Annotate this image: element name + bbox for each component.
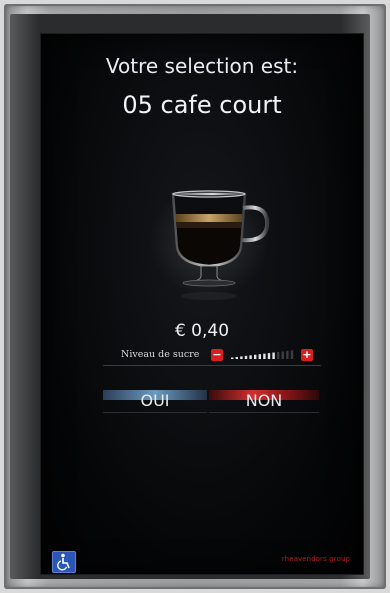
sugar-meter-bar	[290, 350, 294, 359]
yes-button-label: OUI	[140, 391, 170, 410]
sugar-increase-button[interactable]: +	[301, 349, 313, 361]
sugar-meter-bar	[272, 352, 275, 359]
espresso-cup-image	[149, 184, 281, 304]
sugar-meter-bar	[267, 353, 271, 359]
yes-button[interactable]: OUI	[103, 390, 207, 413]
sugar-meter-bar	[240, 356, 243, 359]
sugar-level-label: Niveau de sucre	[121, 349, 200, 360]
sugar-level-meter	[231, 350, 294, 359]
sugar-meter-bar	[258, 354, 261, 359]
wheelchair-icon[interactable]	[52, 551, 76, 573]
product-name: 05 cafe court	[122, 91, 282, 119]
brand-logo-text: rheavendors group	[282, 554, 351, 563]
sugar-meter-bar	[254, 354, 257, 359]
touch-screen: Votre selection est: 05 cafe court € 0,4…	[41, 34, 363, 574]
sugar-meter-bar	[263, 353, 266, 359]
sugar-meter-bar	[249, 355, 252, 359]
sugar-meter-bar	[286, 350, 289, 359]
sugar-meter-bar	[281, 351, 284, 359]
accessibility-glyph	[57, 553, 70, 571]
sugar-meter-bar	[235, 356, 238, 359]
sugar-decrease-button[interactable]: −	[211, 349, 223, 361]
selection-title: Votre selection est:	[105, 54, 299, 78]
sugar-meter-bar	[244, 355, 248, 359]
no-button-label: NON	[245, 391, 283, 410]
sugar-level-control: Niveau de sucre − +	[103, 347, 321, 366]
no-button[interactable]: NON	[209, 390, 319, 413]
sugar-meter-bar	[277, 352, 280, 359]
espresso-cup-icon	[149, 187, 270, 300]
price-label: € 0,40	[174, 321, 230, 341]
sugar-meter-bar	[231, 357, 234, 359]
